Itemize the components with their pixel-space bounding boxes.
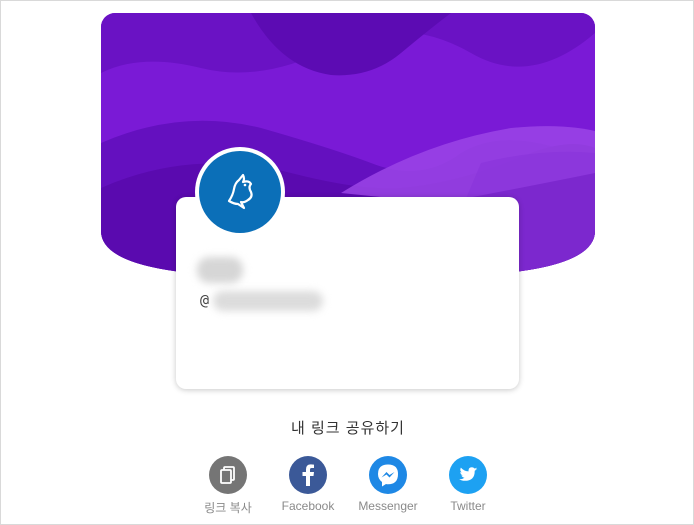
share-title: 내 링크 공유하기 <box>291 420 405 437</box>
messenger-icon <box>369 456 407 494</box>
share-copy-link-button[interactable]: 링크 복사 <box>188 456 268 516</box>
facebook-icon <box>289 456 327 494</box>
profile-name-redacted <box>197 257 243 283</box>
share-messenger-label: Messenger <box>358 499 418 513</box>
twitter-icon <box>449 456 487 494</box>
share-facebook-button[interactable]: Facebook <box>268 456 348 513</box>
profile-handle-prefix: @ <box>200 291 210 309</box>
share-twitter-label: Twitter <box>450 499 486 513</box>
share-messenger-button[interactable]: Messenger <box>348 456 428 513</box>
share-twitter-button[interactable]: Twitter <box>428 456 508 513</box>
profile-handle-redacted <box>213 291 323 311</box>
copy-icon <box>209 456 247 494</box>
page-frame: @ 내 링크 공유하기 링크 복사 Facebook Messenger Twi… <box>0 0 694 525</box>
share-facebook-label: Facebook <box>281 499 335 513</box>
bird-icon <box>227 173 253 210</box>
share-copy-link-label: 링크 복사 <box>204 501 252 515</box>
profile-avatar <box>195 147 285 237</box>
